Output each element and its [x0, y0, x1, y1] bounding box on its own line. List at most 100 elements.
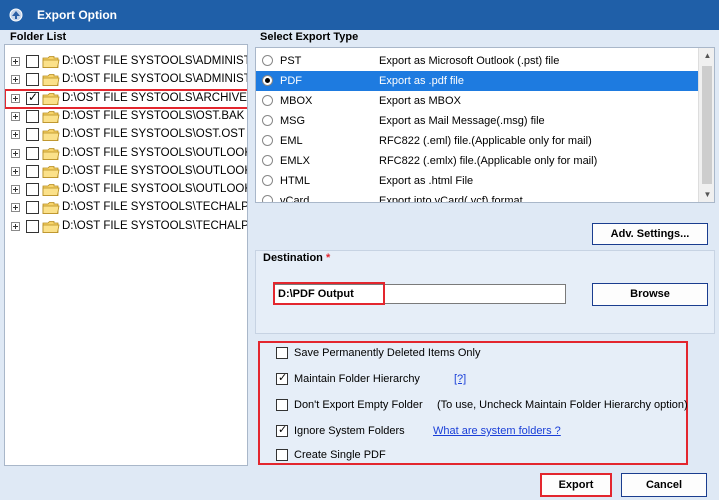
- export-format-desc: RFC822 (.emlx) file.(Applicable only for…: [379, 155, 598, 167]
- required-mark: *: [325, 252, 331, 264]
- folder-checkbox[interactable]: [26, 219, 39, 233]
- maintain-hierarchy-help-link[interactable]: [?]: [454, 373, 466, 385]
- radio-icon[interactable]: [262, 55, 273, 66]
- folder-tree-item[interactable]: D:\OST FILE SYSTOOLS\OST.OST: [5, 126, 247, 144]
- folder-checkbox[interactable]: [26, 146, 39, 160]
- save-deleted-label: Save Permanently Deleted Items Only: [294, 347, 481, 359]
- export-format-label: MSG: [280, 115, 306, 127]
- folder-tree-item[interactable]: D:\OST FILE SYSTOOLS\OST.BAK: [5, 108, 247, 126]
- export-format-desc: Export as Microsoft Outlook (.pst) file: [379, 55, 560, 67]
- system-folders-help-link[interactable]: What are system folders ?: [433, 425, 561, 437]
- folder-checkbox[interactable]: [26, 90, 39, 105]
- export-type-pdf[interactable]: PDF Export as .pdf file: [256, 71, 698, 91]
- export-format-label: MBOX: [280, 95, 313, 107]
- folder-checkbox[interactable]: [26, 201, 39, 215]
- save-deleted-checkbox[interactable]: [276, 347, 288, 359]
- export-format-desc: Export as .pdf file: [379, 75, 464, 87]
- radio-icon[interactable]: [262, 115, 273, 126]
- folder-tree-item[interactable]: D:\OST FILE SYSTOOLS\ADMINISTR: [5, 71, 248, 89]
- scroll-thumb[interactable]: [702, 66, 712, 184]
- folder-tree[interactable]: D:\OST FILE SYSTOOLS\ADMINISTR D:\OST FIL…: [4, 44, 248, 466]
- export-format-desc: Export as Mail Message(.msg) file: [379, 115, 545, 127]
- radio-icon[interactable]: [262, 175, 273, 186]
- export-type-html[interactable]: HTML Export as .html File: [256, 171, 698, 191]
- expand-icon[interactable]: [11, 75, 20, 85]
- folder-icon: [42, 128, 60, 142]
- expand-icon[interactable]: [11, 203, 20, 213]
- folder-checkbox[interactable]: [26, 55, 39, 68]
- folder-checkbox[interactable]: [26, 128, 39, 142]
- folder-tree-item[interactable]: D:\OST FILE SYSTOOLS\OUTLOOK.O: [5, 145, 248, 163]
- radio-icon[interactable]: [262, 155, 273, 166]
- folder-tree-item[interactable]: D:\OST FILE SYSTOOLS\OUTLOOK2: [5, 181, 248, 199]
- export-type-vcard[interactable]: vCard Export into vCard(.vcf) format: [256, 191, 698, 203]
- folder-tree-item[interactable]: D:\OST FILE SYSTOOLS\TECHALPH: [5, 199, 248, 217]
- scroll-down-icon[interactable]: ▼: [699, 187, 714, 202]
- expand-icon[interactable]: [11, 130, 20, 140]
- folder-label: D:\OST FILE SYSTOOLS\TECHALPH': [62, 219, 248, 232]
- single-pdf-label: Create Single PDF: [294, 449, 386, 461]
- export-format-desc: Export as MBOX: [379, 95, 461, 107]
- folder-icon: [42, 147, 60, 161]
- export-list-scrollbar[interactable]: ▲ ▼: [698, 48, 714, 202]
- destination-highlight: [273, 282, 385, 305]
- folder-label: D:\OST FILE SYSTOOLS\OUTLOOK.O: [62, 146, 248, 159]
- export-type-msg[interactable]: MSG Export as Mail Message(.msg) file: [256, 111, 698, 131]
- export-format-label: PST: [280, 55, 302, 67]
- expand-icon[interactable]: [11, 57, 20, 66]
- folder-label: D:\OST FILE SYSTOOLS\OUTLOOK2: [62, 183, 248, 196]
- title-bar: Export Option: [0, 0, 719, 30]
- expand-icon[interactable]: [11, 111, 20, 121]
- folder-label: D:\OST FILE SYSTOOLS\OST.OST: [62, 128, 245, 141]
- folder-tree-item[interactable]: D:\OST FILE SYSTOOLS\OUTLOOK1: [5, 163, 248, 181]
- export-type-eml[interactable]: EML RFC822 (.eml) file.(Applicable only f…: [256, 131, 698, 151]
- single-pdf-checkbox[interactable]: [276, 449, 288, 461]
- ignore-system-checkbox[interactable]: [276, 423, 288, 437]
- folder-label: D:\OST FILE SYSTOOLS\ADMINISTR: [62, 73, 248, 86]
- folder-checkbox[interactable]: [26, 109, 39, 123]
- expand-icon[interactable]: [11, 166, 20, 176]
- cancel-button[interactable]: Cancel: [621, 473, 707, 497]
- maintain-hierarchy-checkbox[interactable]: [276, 371, 288, 385]
- folder-tree-item[interactable]: D:\OST FILE SYSTOOLS\ARCHIVE1.: [5, 88, 247, 109]
- export-type-list[interactable]: vCard Export into vCard(.vcf) format HTML E…: [255, 47, 715, 203]
- export-type-mbox[interactable]: MBOX Export as MBOX: [256, 91, 698, 111]
- radio-icon[interactable]: [262, 135, 273, 146]
- app-icon: [9, 8, 23, 22]
- folder-icon: [42, 165, 60, 179]
- folder-label: D:\OST FILE SYSTOOLS\TECHALPH: [62, 201, 248, 214]
- export-format-label: PDF: [280, 75, 302, 87]
- folder-icon: [42, 55, 60, 69]
- export-type-pst[interactable]: PST Export as Microsoft Outlook (.pst) fi…: [256, 51, 698, 71]
- export-button[interactable]: Export: [540, 473, 612, 497]
- export-format-label: HTML: [280, 175, 310, 187]
- ignore-system-label: Ignore System Folders: [294, 425, 405, 437]
- folder-icon: [42, 220, 60, 234]
- browse-button[interactable]: Browse: [592, 283, 708, 306]
- folder-icon: [42, 201, 60, 215]
- radio-icon[interactable]: [262, 195, 273, 202]
- folder-tree-item[interactable]: D:\OST FILE SYSTOOLS\ADMINISTR: [5, 53, 247, 71]
- expand-icon[interactable]: [11, 148, 20, 158]
- adv-settings-button[interactable]: Adv. Settings...: [592, 223, 708, 245]
- radio-icon[interactable]: [262, 95, 273, 106]
- folder-checkbox[interactable]: [26, 73, 39, 87]
- folder-icon: [42, 73, 60, 87]
- export-format-desc: Export as .html File: [379, 175, 474, 187]
- folder-checkbox[interactable]: [26, 183, 39, 197]
- radio-icon[interactable]: [262, 75, 273, 86]
- expand-icon[interactable]: [11, 93, 20, 103]
- destination-label: Destination *: [263, 252, 330, 264]
- export-format-desc: RFC822 (.eml) file.(Applicable only for …: [379, 135, 592, 147]
- folder-tree-item[interactable]: D:\OST FILE SYSTOOLS\TECHALPH': [5, 218, 248, 236]
- folder-label: D:\OST FILE SYSTOOLS\OUTLOOK1: [62, 164, 248, 177]
- dont-export-empty-label: Don't Export Empty Folder: [294, 399, 423, 411]
- destination-label-text: Destination: [263, 252, 323, 264]
- export-format-desc: Export into vCard(.vcf) format: [379, 195, 523, 203]
- dont-export-empty-checkbox[interactable]: [276, 399, 288, 411]
- expand-icon[interactable]: [11, 185, 20, 195]
- folder-checkbox[interactable]: [26, 164, 39, 178]
- scroll-up-icon[interactable]: ▲: [699, 48, 714, 64]
- export-type-emlx[interactable]: EMLX RFC822 (.emlx) file.(Applicable only…: [256, 151, 698, 171]
- expand-icon[interactable]: [11, 221, 20, 231]
